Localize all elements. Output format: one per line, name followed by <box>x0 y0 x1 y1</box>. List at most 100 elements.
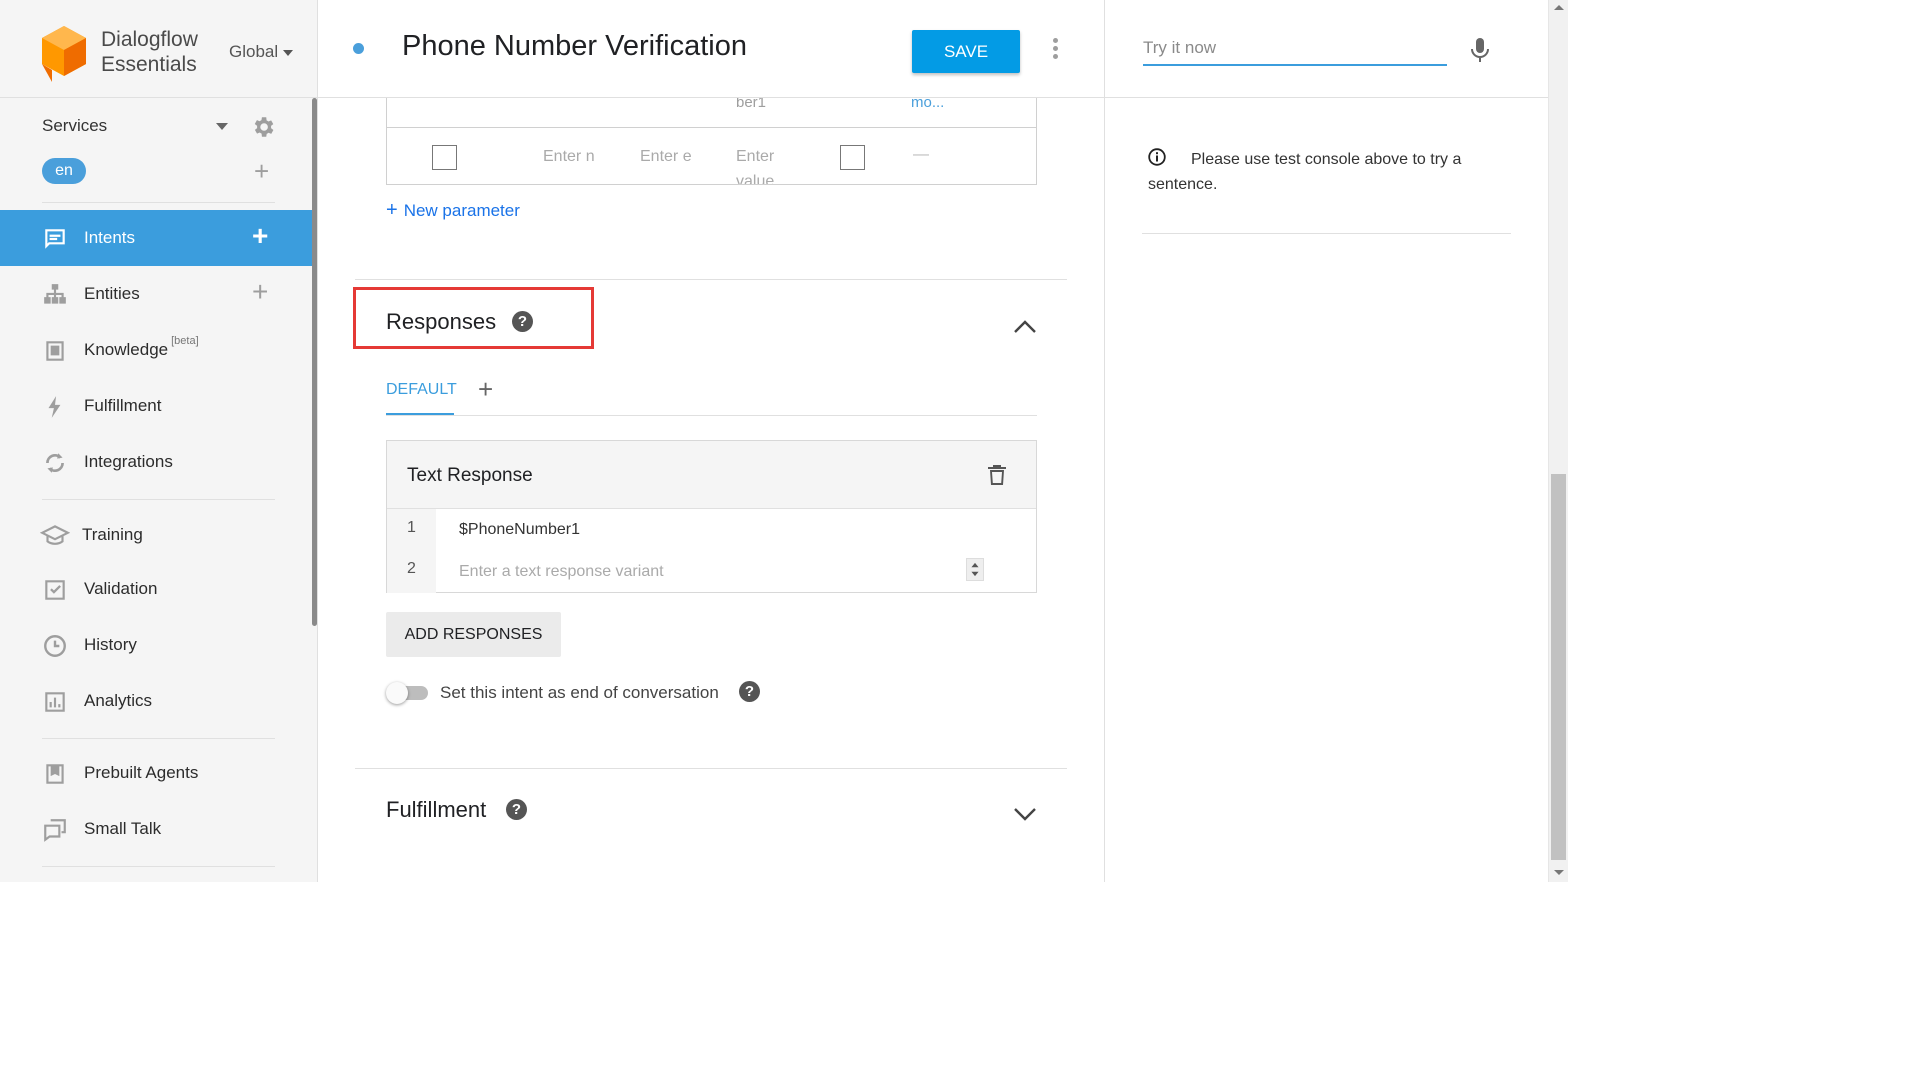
save-button[interactable]: SAVE <box>912 30 1020 73</box>
scrollbar-thumb[interactable] <box>1551 474 1566 860</box>
toggle-knob <box>386 682 408 704</box>
intent-header: Phone Number Verification SAVE <box>318 0 1104 98</box>
sidebar-item-entities[interactable]: Entities + <box>0 266 312 322</box>
sidebar-item-label: Small Talk <box>84 819 162 838</box>
product-name-line2: Essentials <box>101 53 197 76</box>
fulfillment-title: Fulfillment <box>386 797 487 822</box>
sidebar-item-validation[interactable]: Validation <box>0 561 312 617</box>
sidebar-divider <box>42 866 275 867</box>
book-icon <box>46 341 64 361</box>
sidebar-item-label: Fulfillment <box>84 396 162 415</box>
region-select[interactable]: Global <box>229 42 278 62</box>
add-response-tab-icon[interactable]: + <box>478 374 493 405</box>
product-name-line1: Dialogflow <box>101 28 198 51</box>
end-conversation-label: Set this intent as end of conversation <box>440 683 719 702</box>
test-console-info-text: Please use test console above to try a s… <box>1148 151 1462 193</box>
page-scrollbar[interactable] <box>1548 0 1568 882</box>
test-console-panel: Please use test console above to try a s… <box>1104 0 1549 882</box>
sidebar-divider <box>42 499 275 500</box>
parameter-value-input[interactable]: Enter <box>736 148 774 166</box>
prebuilt-book-icon <box>46 764 64 784</box>
agent-name[interactable]: Services <box>42 116 107 136</box>
sidebar-item-label: Prebuilt Agents <box>84 763 199 782</box>
checkbox-check-icon <box>45 580 65 600</box>
sidebar-item-label: Integrations <box>84 452 173 471</box>
section-divider <box>355 279 1067 280</box>
sidebar-item-training[interactable]: Training <box>0 507 312 563</box>
response-variant-input[interactable]: Enter a text response variant <box>459 563 664 581</box>
brand-header: Dialogflow Essentials Global <box>0 0 317 98</box>
intent-title[interactable]: Phone Number Verification <box>402 30 747 63</box>
sidebar-item-label: Training <box>82 525 143 544</box>
resize-stepper-icon[interactable] <box>966 558 984 581</box>
sidebar-item-knowledge[interactable]: Knowledge [beta] <box>0 322 312 378</box>
bar-chart-icon <box>45 692 65 712</box>
sidebar-item-analytics[interactable]: Analytics <box>0 673 312 729</box>
add-language-icon[interactable]: + <box>254 158 269 184</box>
prompts-dash: — <box>913 146 929 163</box>
status-dot <box>353 43 364 54</box>
table-row-divider <box>387 127 1036 128</box>
sidebar-item-small-talk[interactable]: Small Talk <box>0 801 312 857</box>
sidebar-item-label: Entities <box>84 284 140 303</box>
chat-bubble-icon <box>45 229 65 249</box>
sidebar-item-integrations[interactable]: Integrations <box>0 434 312 490</box>
sidebar-item-intents[interactable]: Intents + <box>0 210 312 266</box>
text-response-title: Text Response <box>407 465 533 486</box>
end-conversation-help-icon[interactable]: ? <box>739 681 760 702</box>
section-divider <box>355 768 1067 769</box>
small-talk-bubbles-icon <box>44 819 66 842</box>
sidebar-item-prebuilt-agents[interactable]: Prebuilt Agents <box>0 745 312 801</box>
clock-icon <box>44 635 66 657</box>
scroll-up-arrow-icon[interactable] <box>1554 5 1564 10</box>
agent-dropdown-icon[interactable] <box>216 123 228 130</box>
dialogflow-logo-icon[interactable] <box>40 24 88 82</box>
chevron-down-icon[interactable] <box>1012 806 1038 822</box>
parameter-entity-input[interactable]: Enter entity <box>640 148 692 166</box>
new-parameter-label: New parameter <box>403 201 520 220</box>
sidebar-divider <box>42 202 275 203</box>
language-row: en + <box>42 158 280 186</box>
microphone-icon[interactable] <box>1469 37 1491 63</box>
sidebar-item-label: Analytics <box>84 691 153 710</box>
new-parameter-link[interactable]: + New parameter <box>386 199 520 222</box>
end-conversation-toggle[interactable] <box>386 682 430 704</box>
trash-icon[interactable] <box>987 464 1007 486</box>
knowledge-label: Knowledge <box>84 340 169 359</box>
add-entity-icon[interactable]: + <box>252 278 268 306</box>
is-list-checkbox[interactable] <box>840 145 865 170</box>
tabs-divider <box>386 415 1037 416</box>
try-it-now-input[interactable] <box>1143 36 1447 66</box>
tab-default[interactable]: DEFAULT <box>386 381 457 399</box>
add-responses-button[interactable]: ADD RESPONSES <box>386 612 561 657</box>
parameter-value-input-line2: value <box>736 173 775 184</box>
sidebar-item-label: Validation <box>84 579 158 598</box>
fulfillment-help-icon[interactable]: ? <box>506 799 527 820</box>
agent-selector[interactable]: Services <box>42 114 280 138</box>
gear-icon[interactable] <box>250 114 276 140</box>
entities-hierarchy-icon <box>44 284 66 304</box>
response-row-number: 2 <box>407 560 416 577</box>
more-vert-icon[interactable] <box>1053 38 1059 60</box>
chevron-up-icon[interactable] <box>1012 318 1038 334</box>
test-console-header <box>1105 0 1549 98</box>
sidebar-item-history[interactable]: History <box>0 617 312 673</box>
add-intent-icon[interactable]: + <box>252 222 268 250</box>
language-pill[interactable]: en <box>42 158 86 184</box>
sidebar-item-label: Knowledge [beta] <box>84 335 199 360</box>
sidebar-divider <box>42 738 275 739</box>
sidebar-item-fulfillment[interactable]: Fulfillment <box>0 378 312 434</box>
scroll-down-arrow-icon[interactable] <box>1554 870 1564 875</box>
product-name: Dialogflow Essentials <box>101 27 198 77</box>
parameter-name-input[interactable]: Enter name <box>543 148 595 166</box>
sync-arrows-icon <box>46 453 64 473</box>
required-checkbox[interactable] <box>432 145 457 170</box>
parameters-table: ber1 mo... Enter name Enter entity Enter… <box>386 94 1037 185</box>
response-row-number: 1 <box>407 519 416 536</box>
response-variant-1[interactable]: $PhoneNumber1 <box>459 521 580 539</box>
graduation-cap-icon <box>40 525 70 545</box>
region-dropdown-icon[interactable] <box>283 50 293 56</box>
sidebar-scrollbar[interactable] <box>312 98 317 626</box>
text-response-header: Text Response <box>387 441 1036 509</box>
responses-help-icon[interactable]: ? <box>512 311 533 332</box>
